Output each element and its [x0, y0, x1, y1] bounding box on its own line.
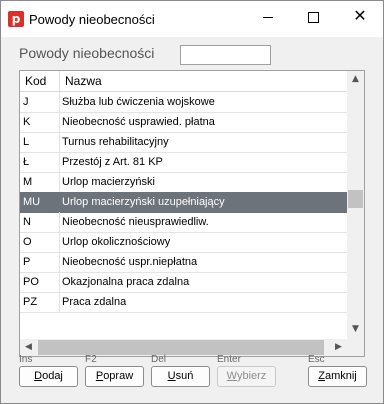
close-icon: ✕ [353, 6, 367, 25]
row-divider [59, 272, 60, 292]
row-code: Ł [23, 156, 30, 168]
minimize-button[interactable] [245, 1, 291, 33]
maximize-button[interactable] [291, 1, 337, 33]
select-button[interactable]: Wybierz [217, 366, 276, 387]
reasons-table: Kod Nazwa J Służba lub ćwiczenia wojskowe… [19, 70, 365, 357]
close-button[interactable]: ✕ [337, 1, 383, 33]
vertical-scroll-thumb[interactable] [348, 190, 363, 208]
vertical-scrollbar[interactable]: ▲ ▼ [347, 71, 364, 339]
row-name: Nieobecność uspr.niepłatna [62, 256, 198, 268]
edit-button[interactable]: Popraw [85, 366, 144, 387]
title-bar[interactable]: p Powody nieobecności ✕ [1, 1, 383, 37]
add-button[interactable]: Dodaj [19, 366, 78, 387]
row-name: Praca zdalna [62, 296, 127, 308]
row-code: PO [23, 276, 39, 288]
table-row[interactable]: L Turnus rehabilitacyjny [20, 132, 347, 153]
minimize-icon [263, 17, 273, 18]
row-divider [59, 132, 60, 152]
row-code: J [23, 96, 29, 108]
row-divider [59, 92, 60, 112]
row-name: Okazjonalna praca zdalna [62, 276, 190, 288]
row-code: N [23, 216, 31, 228]
search-input[interactable] [180, 45, 271, 65]
table-row[interactable]: PO Okazjonalna praca zdalna [20, 272, 347, 293]
table-row[interactable]: Ł Przestój z Art. 81 KP [20, 152, 347, 173]
row-name: Przestój z Art. 81 KP [62, 156, 163, 168]
table-row[interactable]: MU Urlop macierzyński uzupełniający [20, 192, 347, 213]
dialog-content: Powody nieobecności Kod Nazwa J Służba lu… [1, 37, 383, 403]
shortcut-hint-delete: Del [151, 354, 167, 365]
column-header-nazwa[interactable]: Nazwa [65, 71, 102, 91]
row-name: Turnus rehabilitacyjny [62, 136, 169, 148]
row-name: Służba lub ćwiczenia wojskowe [62, 96, 215, 108]
table-row[interactable]: J Służba lub ćwiczenia wojskowe [20, 92, 347, 113]
shortcut-hint-add: Ins [19, 354, 33, 365]
row-code: M [23, 176, 33, 188]
row-divider [59, 172, 60, 192]
row-name: Nieobecność nieusprawiedliw. [62, 216, 209, 228]
column-header-kod[interactable]: Kod [25, 71, 46, 91]
table-row[interactable]: N Nieobecność nieusprawiedliw. [20, 212, 347, 233]
shortcut-hint-select: Enter [217, 354, 241, 365]
close-dialog-button[interactable]: Zamknij [308, 366, 367, 387]
row-name: Urlop macierzyński [62, 176, 155, 188]
row-name: Nieobecność usprawied. płatna [62, 116, 215, 128]
row-divider [59, 232, 60, 252]
table-row[interactable]: K Nieobecność usprawied. płatna [20, 112, 347, 133]
shortcut-hint-edit: F2 [85, 354, 97, 365]
row-divider [59, 252, 60, 272]
row-code: K [23, 116, 31, 128]
scroll-down-icon[interactable]: ▼ [347, 321, 364, 338]
row-code: L [23, 136, 30, 148]
row-code: P [23, 256, 31, 268]
horizontal-scrollbar[interactable]: ◀ ▶ [20, 339, 347, 356]
table-row[interactable]: P Nieobecność uspr.niepłatna [20, 252, 347, 273]
row-divider [59, 152, 60, 172]
horizontal-scroll-thumb[interactable] [38, 340, 324, 355]
app-icon[interactable]: p [8, 11, 24, 27]
row-code: MU [23, 196, 41, 208]
dialog-window: p Powody nieobecności ✕ Powody nieobecno… [0, 0, 384, 404]
row-divider [59, 192, 60, 212]
maximize-icon [308, 12, 319, 23]
row-divider [59, 212, 60, 232]
row-name: Urlop okolicznościowy [62, 236, 171, 248]
scrollbar-corner [347, 339, 364, 356]
shortcut-hint-close: Esc [308, 354, 325, 365]
scroll-up-icon[interactable]: ▲ [347, 71, 364, 88]
column-divider[interactable] [59, 71, 60, 91]
row-name: Urlop macierzyński uzupełniający [62, 196, 225, 208]
table-row[interactable]: M Urlop macierzyński [20, 172, 347, 193]
table-body: J Służba lub ćwiczenia wojskowe K Nieobecno… [20, 92, 347, 338]
row-divider [59, 292, 60, 312]
row-code: PZ [23, 296, 38, 308]
row-divider [59, 112, 60, 132]
page-title: Powody nieobecności [19, 45, 155, 61]
scroll-right-icon[interactable]: ▶ [330, 339, 347, 356]
window-title: Powody nieobecności [29, 12, 155, 27]
row-code: O [23, 236, 32, 248]
delete-button[interactable]: Usuń [151, 366, 210, 387]
table-row[interactable]: PZ Praca zdalna [20, 292, 347, 313]
table-header: Kod Nazwa [20, 71, 347, 92]
table-row[interactable]: O Urlop okolicznościowy [20, 232, 347, 253]
